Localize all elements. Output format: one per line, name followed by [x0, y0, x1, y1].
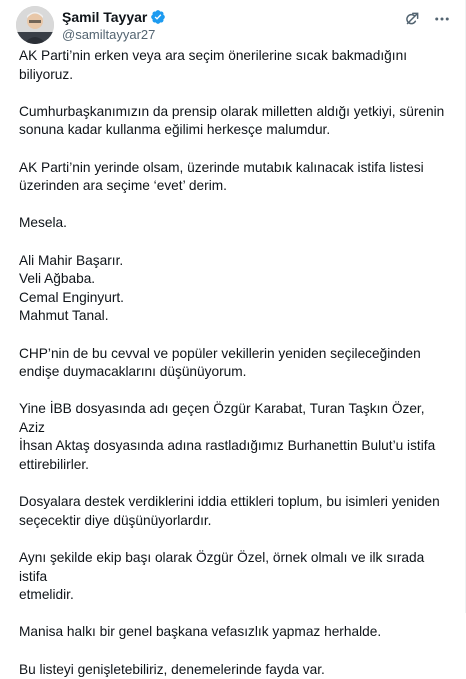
tweet-text-line: Aynı şekilde ekip başı olarak Özgür Özel… [19, 550, 425, 584]
author-name-row: Şamil Tayyar [62, 8, 166, 26]
tweet-text-line: seçecektir diye düşünüyorlardır. [19, 512, 212, 528]
tweet-text-line: AK Parti’nin yerinde olsam, üzerinde mut… [19, 159, 424, 175]
tweet-text-line: Mahmut Tanal. [19, 308, 109, 324]
grok-icon[interactable] [403, 10, 421, 28]
tweet-card: Şamil Tayyar @samiltayyar27 AK Parti’nin… [0, 0, 466, 677]
avatar-image [16, 6, 54, 44]
avatar[interactable] [16, 6, 54, 44]
author-handle[interactable]: @samiltayyar27 [62, 27, 155, 43]
tweet-text-line: Dosyalara destek verdiklerini iddia etti… [19, 494, 440, 510]
tweet-text-line: Bu listeyi genişletebiliriz, denemelerin… [19, 661, 325, 677]
tweet-text: AK Parti’nin erken veya ara seçim öneril… [19, 47, 451, 679]
tweet-text-line: sonuna kadar kullanma eğilimi herkesçe m… [19, 122, 331, 138]
tweet-text-line: Veli Ağbaba. [19, 271, 96, 287]
tweet-header: Şamil Tayyar @samiltayyar27 [16, 6, 453, 44]
tweet-text-line: CHP’nin de bu cevval ve popüler vekiller… [19, 345, 421, 361]
tweet-text-line: endişe duymacaklarını düşünüyorum. [19, 364, 247, 380]
verified-badge-icon [150, 9, 166, 25]
tweet-text-line: etmelidir. [19, 587, 74, 603]
tweet-text-line: Cemal Enginyurt. [19, 289, 124, 305]
more-options-icon[interactable] [433, 10, 451, 28]
tweet-text-line: Ali Mahir Başarır. [19, 252, 124, 268]
tweet-text-line: Mesela. [19, 215, 67, 231]
tweet-text-line: ettirebilirler. [19, 457, 89, 473]
tweet-text-line: AK Parti’nin erken veya ara seçim öneril… [19, 48, 407, 82]
author-name[interactable]: Şamil Tayyar [62, 8, 147, 26]
tweet-text-line: üzerinden ara seçime ‘evet’ derim. [19, 178, 227, 194]
tweet-text-line: Cumhurbaşkanımızın da prensip olarak mil… [19, 103, 445, 119]
tweet-text-line: Manisa halkı bir genel başkana vefasızlı… [19, 624, 382, 640]
tweet-text-line: Yine İBB dosyasında adı geçen Özgür Kara… [19, 401, 425, 435]
tweet-text-line: İhsan Aktaş dosyasında adına rastladığım… [19, 438, 436, 454]
tweet-actions [403, 10, 451, 28]
